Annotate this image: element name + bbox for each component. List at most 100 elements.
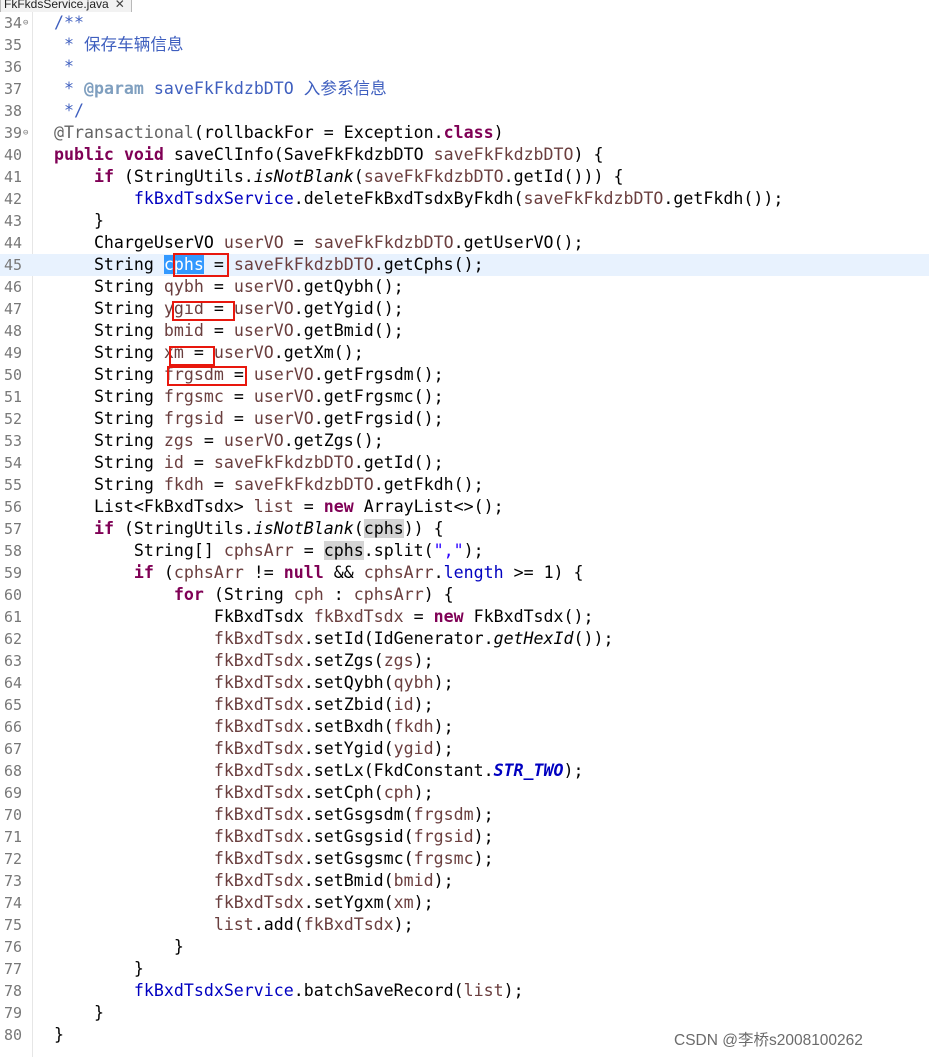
code-line[interactable]: 38 */: [0, 100, 929, 122]
code-text: fkBxdTsdx.setBmid(bmid);: [34, 870, 454, 892]
code-token: .setLx(FkdConstant.: [303, 761, 494, 780]
code-line[interactable]: 61 FkBxdTsdx fkBxdTsdx = new FkBxdTsdx()…: [0, 606, 929, 628]
code-line[interactable]: 53 String zgs = userVO.getZgs();: [0, 430, 929, 452]
code-line[interactable]: 40 public void saveClInfo(SaveFkFkdzbDTO…: [0, 144, 929, 166]
code-line[interactable]: 70 fkBxdTsdx.setGsgsdm(frgsdm);: [0, 804, 929, 826]
code-line[interactable]: 73 fkBxdTsdx.setBmid(bmid);: [0, 870, 929, 892]
code-text: List<FkBxdTsdx> list = new ArrayList<>()…: [34, 496, 504, 518]
code-line[interactable]: 68 fkBxdTsdx.setLx(FkdConstant.STR_TWO);: [0, 760, 929, 782]
line-number: 65: [3, 696, 22, 714]
code-token: String: [34, 321, 164, 340]
code-token: ): [493, 123, 504, 142]
line-number: 67: [3, 740, 22, 758]
code-line[interactable]: 64 fkBxdTsdx.setQybh(qybh);: [0, 672, 929, 694]
code-line[interactable]: 51 String frgsmc = userVO.getFrgsmc();: [0, 386, 929, 408]
fold-toggle-icon[interactable]: ⊖: [23, 122, 28, 144]
code-token: =: [223, 387, 254, 406]
code-token: String: [34, 343, 164, 362]
code-line[interactable]: 59 if (cphsArr != null && cphsArr.length…: [0, 562, 929, 584]
code-line[interactable]: 62 fkBxdTsdx.setId(IdGenerator.getHexId(…: [0, 628, 929, 650]
code-line[interactable]: 36 *: [0, 56, 929, 78]
code-token: for: [173, 585, 204, 604]
code-token: fkBxdTsdx: [303, 915, 394, 934]
code-token: .getFrgsmc();: [313, 387, 444, 406]
line-number: 60: [3, 586, 22, 604]
code-line[interactable]: 76 }: [0, 936, 929, 958]
code-line[interactable]: 77 }: [0, 958, 929, 980]
code-line[interactable]: 45 String cphs = saveFkFkdzbDTO.getCphs(…: [0, 254, 929, 276]
code-text: fkBxdTsdx.setYgxm(xm);: [34, 892, 434, 914]
code-token: fkBxdTsdx: [213, 805, 304, 824]
code-line[interactable]: 46 String qybh = userVO.getQybh();: [0, 276, 929, 298]
code-token: fkdh: [393, 717, 434, 736]
code-text: fkBxdTsdx.setZbid(id);: [34, 694, 434, 716]
code-token: cphsArr: [173, 563, 244, 582]
code-line[interactable]: 71 fkBxdTsdx.setGsgsid(frgsid);: [0, 826, 929, 848]
code-token: cphs: [363, 519, 404, 538]
code-token: saveFkFkdzbDTO: [233, 475, 374, 494]
code-line[interactable]: 55 String fkdh = saveFkFkdzbDTO.getFkdh(…: [0, 474, 929, 496]
code-line[interactable]: 67 fkBxdTsdx.setYgid(ygid);: [0, 738, 929, 760]
code-line[interactable]: 57 if (StringUtils.isNotBlank(cphs)) {: [0, 518, 929, 540]
code-line[interactable]: 60 for (String cph : cphsArr) {: [0, 584, 929, 606]
code-text: String[] cphsArr = cphs.split(",");: [34, 540, 484, 562]
code-line[interactable]: 72 fkBxdTsdx.setGsgsmc(frgsmc);: [0, 848, 929, 870]
fold-toggle-icon[interactable]: ⊖: [23, 12, 28, 34]
code-line[interactable]: 52 String frgsid = userVO.getFrgsid();: [0, 408, 929, 430]
code-line[interactable]: 34 ⊖ /**: [0, 12, 929, 34]
code-line[interactable]: 39 ⊖ @Transactional(rollbackFor = Excepti…: [0, 122, 929, 144]
code-token: fkBxdTsdx: [213, 827, 304, 846]
code-line[interactable]: 42 fkBxdTsdxService.deleteFkBxdTsdxByFkd…: [0, 188, 929, 210]
code-text: }: [34, 1002, 104, 1024]
code-text: String frgsmc = userVO.getFrgsmc();: [34, 386, 444, 408]
line-number: 45: [3, 256, 22, 274]
code-line[interactable]: 47 String ygid = userVO.getYgid();: [0, 298, 929, 320]
code-line[interactable]: 56 List<FkBxdTsdx> list = new ArrayList<…: [0, 496, 929, 518]
close-icon[interactable]: ✕: [115, 0, 125, 11]
line-number: 78: [3, 982, 22, 1000]
code-line[interactable]: 74 fkBxdTsdx.setYgxm(xm);: [0, 892, 929, 914]
code-line[interactable]: 44 ChargeUserVO userVO = saveFkFkdzbDTO.…: [0, 232, 929, 254]
code-line[interactable]: 49 String xm = userVO.getXm();: [0, 342, 929, 364]
code-token: fkBxdTsdx: [313, 607, 404, 626]
code-line[interactable]: 43 }: [0, 210, 929, 232]
code-line[interactable]: 75 list.add(fkBxdTsdx);: [0, 914, 929, 936]
line-number: 68: [3, 762, 22, 780]
code-line[interactable]: 54 String id = saveFkFkdzbDTO.getId();: [0, 452, 929, 474]
code-text: }: [34, 958, 144, 980]
code-line[interactable]: 79 }: [0, 1002, 929, 1024]
code-line[interactable]: 66 fkBxdTsdx.setBxdh(fkdh);: [0, 716, 929, 738]
code-line[interactable]: 63 fkBxdTsdx.setZgs(zgs);: [0, 650, 929, 672]
code-text: /**: [34, 12, 84, 34]
code-line[interactable]: 50 String frgsdm = userVO.getFrgsdm();: [0, 364, 929, 386]
code-line[interactable]: 48 String bmid = userVO.getBmid();: [0, 320, 929, 342]
code-token: );: [393, 915, 414, 934]
code-token: );: [433, 871, 454, 890]
code-line[interactable]: 35 * 保存车辆信息: [0, 34, 929, 56]
line-number: 40: [3, 146, 22, 164]
code-line[interactable]: 65 fkBxdTsdx.setZbid(id);: [0, 694, 929, 716]
code-token: (String: [203, 585, 294, 604]
code-line[interactable]: 37 * @param saveFkFkdzbDTO 入参系信息: [0, 78, 929, 100]
line-number: 79: [3, 1004, 22, 1022]
code-line[interactable]: 78 fkBxdTsdxService.batchSaveRecord(list…: [0, 980, 929, 1002]
code-token: );: [473, 849, 494, 868]
code-token: fkBxdTsdx: [213, 761, 304, 780]
line-number: 42: [3, 190, 22, 208]
code-token: xm: [393, 893, 414, 912]
code-line[interactable]: 58 String[] cphsArr = cphs.split(",");: [0, 540, 929, 562]
code-token: =: [283, 233, 314, 252]
code-line[interactable]: 69 fkBxdTsdx.setCph(cph);: [0, 782, 929, 804]
code-editor[interactable]: 34 ⊖ /** 35 * 保存车辆信息 36 * 37 * @param saveFk…: [0, 12, 929, 1057]
code-text: fkBxdTsdx.setQybh(qybh);: [34, 672, 454, 694]
editor-tab[interactable]: FkFkdsService.java ✕: [0, 0, 132, 12]
code-line[interactable]: 41 if (StringUtils.isNotBlank(saveFkFkdz…: [0, 166, 929, 188]
code-text: *: [34, 56, 74, 78]
code-token: ChargeUserVO: [34, 233, 224, 252]
code-token: *: [63, 57, 74, 76]
line-number: 75: [3, 916, 22, 934]
